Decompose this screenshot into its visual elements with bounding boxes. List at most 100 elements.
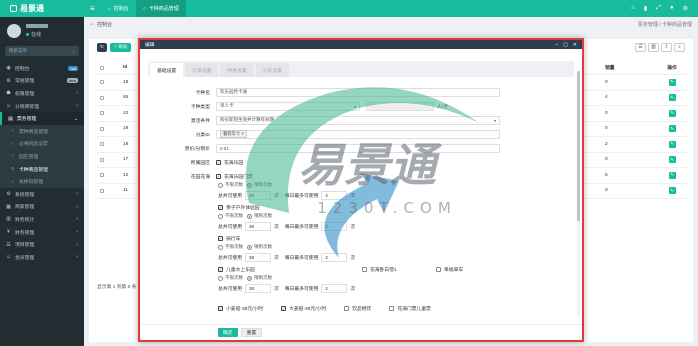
row-checkbox[interactable]	[100, 95, 104, 100]
toggle-view-button[interactable]: ☰	[635, 42, 646, 52]
edit-button[interactable]: ✎	[668, 187, 676, 195]
reset-button[interactable]: 重置	[240, 328, 263, 337]
sidebar-search-input[interactable]: 搜索菜单 ⌕	[5, 46, 79, 56]
settings-gear-icon[interactable]: ⚙	[683, 5, 688, 12]
sidebar-item-merchants[interactable]: ▦ 商家管理 ‹	[0, 201, 84, 214]
breadcrumb-home[interactable]: 控制台	[97, 21, 112, 28]
category-tag[interactable]: 暑假年卡 ×	[220, 130, 247, 138]
confirm-button[interactable]: 确定	[218, 328, 238, 337]
sidebar-item-projects[interactable]: ☰ 项目管理 ‹	[0, 238, 84, 251]
row-checkbox[interactable]	[100, 173, 104, 178]
row-checkbox[interactable]	[100, 80, 104, 85]
extra-item-checkbox[interactable]	[362, 266, 367, 272]
tab-share-settings[interactable]: 分享设置	[255, 63, 289, 77]
chart-icon: ▥	[6, 216, 11, 223]
header-sales[interactable]: 销量	[605, 64, 657, 71]
modal-scrollbar[interactable]	[577, 71, 580, 317]
limit-3-checkbox[interactable]: ✓	[218, 266, 223, 272]
trash-icon[interactable]: ▮	[644, 5, 647, 12]
radio-limited[interactable]	[247, 275, 252, 281]
sidebar-item-distributor[interactable]: ☺ 分销商管理 ‹	[0, 100, 84, 113]
limit-total-input[interactable]: 38	[245, 221, 271, 231]
sidebar-item-dashboard[interactable]: ◉ 控制台 hot	[0, 62, 84, 75]
user-avatar-icon[interactable]: ●	[670, 5, 674, 12]
radio-unlimited[interactable]	[218, 275, 223, 281]
card-name-input[interactable]: 欢乐园月卡通	[216, 87, 500, 97]
sidebar-item-finance-stats[interactable]: ▥ 财务统计 ‹	[0, 213, 84, 226]
valid-condition-select[interactable]: 购买即刻生效并计算有效期 ▾	[216, 115, 500, 125]
bottom-item-checkbox[interactable]: ✓	[218, 305, 223, 311]
bottom-item-checkbox[interactable]: ✓	[281, 305, 287, 311]
price-input[interactable]: 0.01	[216, 143, 500, 153]
park-checkbox[interactable]: ✓	[216, 159, 221, 165]
row-checkbox[interactable]	[100, 188, 104, 193]
home-icon[interactable]: ⌂	[631, 5, 635, 12]
tab-discount-settings[interactable]: 特惠设置	[220, 63, 254, 77]
sidebar-item-auth[interactable]: ☗ 权限管理 ‹	[0, 87, 84, 100]
scroll-thumb[interactable]	[577, 71, 580, 221]
sidebar-subitem-card-products[interactable]: ○ 卡种商品管理	[0, 162, 84, 176]
select-all-checkbox[interactable]	[100, 65, 104, 70]
sidebar-item-members[interactable]: ☺ 会员管理 ‹	[0, 251, 84, 264]
row-checkbox[interactable]	[100, 126, 104, 131]
extra-item-checkbox[interactable]	[436, 266, 441, 272]
sidebar-item-system[interactable]: ⚙ 系统管理 ‹	[0, 188, 84, 201]
card-type-select[interactable]: 单人卡 ▾	[216, 101, 360, 111]
sidebar-subitem-redeem-codes[interactable]: ○ 兑换码管理	[0, 175, 84, 188]
columns-button[interactable]: ▥	[648, 42, 659, 52]
tab-dashboard[interactable]: ⌂ 控制台	[101, 0, 136, 17]
radio-unlimited[interactable]	[218, 244, 223, 250]
sidebar-item-general[interactable]: ⚙ 常规管理 new	[0, 75, 84, 88]
export-button[interactable]: ⇩	[661, 42, 672, 52]
sidebar-subitem-parks[interactable]: ○ 园区管理	[0, 150, 84, 163]
menu-toggle-icon[interactable]: ≡	[84, 4, 101, 13]
limit-daily-input[interactable]: 2	[321, 283, 348, 293]
limit-daily-input[interactable]: 2	[321, 221, 348, 231]
row-checkbox[interactable]	[100, 142, 104, 147]
edit-button[interactable]: ✎	[668, 140, 676, 148]
fullscreen-icon[interactable]: ⤢	[656, 5, 661, 12]
row-checkbox[interactable]	[100, 111, 104, 116]
modal-titlebar[interactable]: 编辑 – ▢ ✕	[140, 40, 582, 49]
minimize-icon[interactable]: –	[555, 42, 558, 48]
app-logo[interactable]: 易景通	[0, 0, 84, 17]
limit-daily-input[interactable]: 2	[321, 252, 348, 262]
edit-button[interactable]: ✎	[668, 94, 676, 102]
tab-order-settings[interactable]: 订单设置	[185, 63, 219, 77]
category-select[interactable]: 暑假年卡 ×	[216, 129, 500, 139]
search-toggle-button[interactable]: ⌕	[674, 42, 685, 52]
refresh-button[interactable]: ↻	[97, 42, 107, 52]
edit-button[interactable]: ✎	[668, 109, 676, 117]
header-id[interactable]: Id	[111, 65, 141, 70]
add-button[interactable]: + 添加	[110, 42, 131, 52]
sidebar-subitem-ticket-products[interactable]: ○ 票种商品管理	[0, 124, 84, 138]
limit-0-checkbox[interactable]: ✓	[216, 173, 221, 179]
group-icon: ☗	[6, 90, 11, 97]
close-icon[interactable]: ✕	[573, 42, 577, 48]
radio-unlimited[interactable]	[218, 182, 223, 188]
bottom-item-checkbox[interactable]	[389, 305, 395, 311]
radio-limited[interactable]	[247, 213, 252, 219]
limit-total-input[interactable]: 38	[245, 283, 271, 293]
sidebar-item-tickets[interactable]: ▤ 票务管理 ⌄	[0, 112, 84, 125]
row-checkbox[interactable]	[100, 157, 104, 162]
tab-card-products[interactable]: ○ 卡种商品管理	[135, 0, 186, 17]
card-person-count-input[interactable]	[366, 101, 434, 111]
limit-total-input[interactable]: 38	[245, 252, 271, 262]
sidebar-item-finance[interactable]: ¥ 财务管理 ‹	[0, 226, 84, 239]
radio-limited[interactable]	[247, 244, 252, 250]
edit-button[interactable]: ✎	[668, 125, 676, 133]
bottom-item-checkbox[interactable]	[344, 305, 350, 311]
limit-2-checkbox[interactable]: ✓	[218, 235, 223, 241]
edit-button[interactable]: ✎	[668, 156, 676, 164]
tab-basic-settings[interactable]: 基础设置	[150, 63, 184, 77]
edit-button[interactable]: ✎	[668, 78, 676, 86]
maximize-icon[interactable]: ▢	[563, 42, 568, 48]
sidebar-subitem-gate[interactable]: ○ 过闸机验证票	[0, 137, 84, 151]
radio-unlimited[interactable]	[218, 213, 223, 219]
radio-limited[interactable]	[247, 182, 252, 188]
limit-1-checkbox[interactable]: ✓	[218, 204, 223, 210]
limit-total-input[interactable]: 38	[245, 190, 271, 200]
limit-daily-input[interactable]: 2	[321, 190, 348, 200]
edit-button[interactable]: ✎	[668, 171, 676, 179]
